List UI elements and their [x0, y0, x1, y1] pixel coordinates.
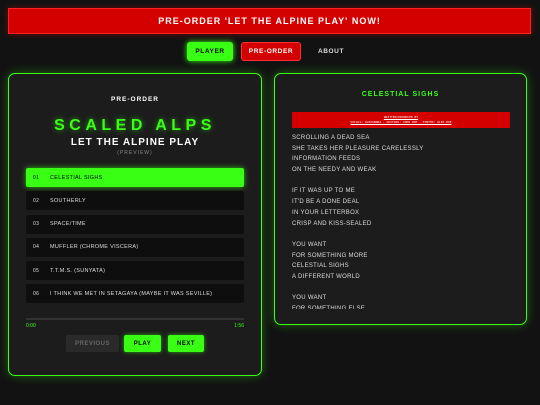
- next-button[interactable]: NEXT: [168, 335, 204, 352]
- preorder-banner[interactable]: PRE-ORDER 'LET THE ALPINE PLAY' NOW!: [8, 8, 531, 34]
- lyric-line: A DIFFERENT WORLD: [292, 273, 360, 280]
- nav-preorder-button[interactable]: PRE-ORDER: [241, 42, 301, 61]
- time-current: 0:00: [26, 323, 36, 329]
- track-title: SPACE/TIME: [50, 221, 86, 228]
- lyrics-panel: CELESTIAL SIGHS WRITTEN/PRODUCED BY VOCA…: [274, 73, 527, 325]
- play-button[interactable]: PLAY: [124, 335, 161, 352]
- credit-line: VOCALS: ALEXANDRA · GUITARS: JOHN DOE · …: [350, 120, 452, 124]
- lyric-spacer: [292, 229, 512, 240]
- track-number: 02: [33, 197, 40, 204]
- lyric-line: SCROLLING A DEAD SEA: [292, 135, 370, 141]
- lyric-line: IN YOUR LETTERBOX: [292, 209, 360, 216]
- nav-about-link[interactable]: ABOUT: [309, 42, 353, 61]
- lyric-line: YOU WANT: [292, 295, 327, 302]
- track-number: 03: [33, 221, 40, 228]
- nav-player-button[interactable]: PLAYER: [187, 42, 233, 61]
- album-title: LET THE ALPINE PLAY: [70, 137, 200, 148]
- main-nav: PLAYER PRE-ORDER ABOUT: [0, 42, 540, 61]
- lyric-line: FOR SOMETHING MORE: [292, 252, 368, 259]
- time-total: 1:56: [234, 323, 244, 329]
- lyric-line: IT'D BE A DONE DEAL: [292, 199, 360, 206]
- lyric-line: FOR SOMETHING ELSE: [292, 306, 366, 309]
- track-title: MUFFLER (CHROME VISCERA): [50, 244, 139, 251]
- lyric-spacer: [292, 283, 512, 294]
- lyric-line: ON THE NEEDY AND WEAK: [292, 167, 377, 174]
- artist-name: SCALED ALPS: [54, 117, 216, 134]
- track-item[interactable]: 06 I THINK WE MET IN SETAGAYA (MAYBE IT …: [26, 284, 244, 304]
- track-title: T.T.M.S. (SUNYATA): [50, 267, 106, 274]
- track-item[interactable]: 04 MUFFLER (CHROME VISCERA): [26, 237, 244, 257]
- preview-label: (PREVIEW): [117, 150, 153, 156]
- lyric-line: IF IT WAS UP TO ME: [292, 188, 356, 195]
- lyric-line: SHE TAKES HER PLEASURE CARELESSLY: [292, 145, 424, 152]
- track-item[interactable]: 05 T.T.M.S. (SUNYATA): [26, 261, 244, 281]
- track-number: 04: [33, 244, 40, 251]
- credits-box: WRITTEN/PRODUCED BY VOCALS: ALEXANDRA · …: [292, 112, 510, 128]
- preorder-label: PRE-ORDER: [110, 96, 159, 103]
- lyric-spacer: [292, 176, 512, 187]
- lyrics-title: CELESTIAL SIGHS: [361, 91, 440, 98]
- lyric-line: CRISP AND KISS-SEALED: [292, 220, 372, 227]
- track-item[interactable]: 03 SPACE/TIME: [26, 214, 244, 234]
- track-title: CELESTIAL SIGHS: [50, 174, 103, 181]
- lyric-line: INFORMATION FEEDS: [292, 156, 361, 163]
- progress-bar[interactable]: [26, 318, 244, 320]
- track-list: 01 CELESTIAL SIGHS 02 SOUTHERLY 03 SPACE…: [26, 168, 244, 308]
- track-number: 01: [33, 174, 40, 181]
- track-number: 05: [33, 267, 40, 274]
- lyrics-text[interactable]: SCROLLING A DEAD SEA SHE TAKES HER PLEASU…: [292, 133, 512, 309]
- track-title: I THINK WE MET IN SETAGAYA (MAYBE IT WAS…: [50, 290, 213, 297]
- banner-text: PRE-ORDER 'LET THE ALPINE PLAY' NOW!: [158, 16, 381, 26]
- lyric-line: CELESTIAL SIGHS: [292, 263, 349, 270]
- lyric-line: YOU WANT: [292, 241, 327, 248]
- track-item[interactable]: 01 CELESTIAL SIGHS: [26, 168, 244, 187]
- track-title: SOUTHERLY: [50, 197, 86, 204]
- track-item[interactable]: 02 SOUTHERLY: [26, 191, 244, 211]
- track-number: 06: [33, 290, 40, 297]
- player-panel: PRE-ORDER SCALED ALPS LET THE ALPINE PLA…: [8, 73, 262, 376]
- previous-button[interactable]: PREVIOUS: [66, 335, 119, 352]
